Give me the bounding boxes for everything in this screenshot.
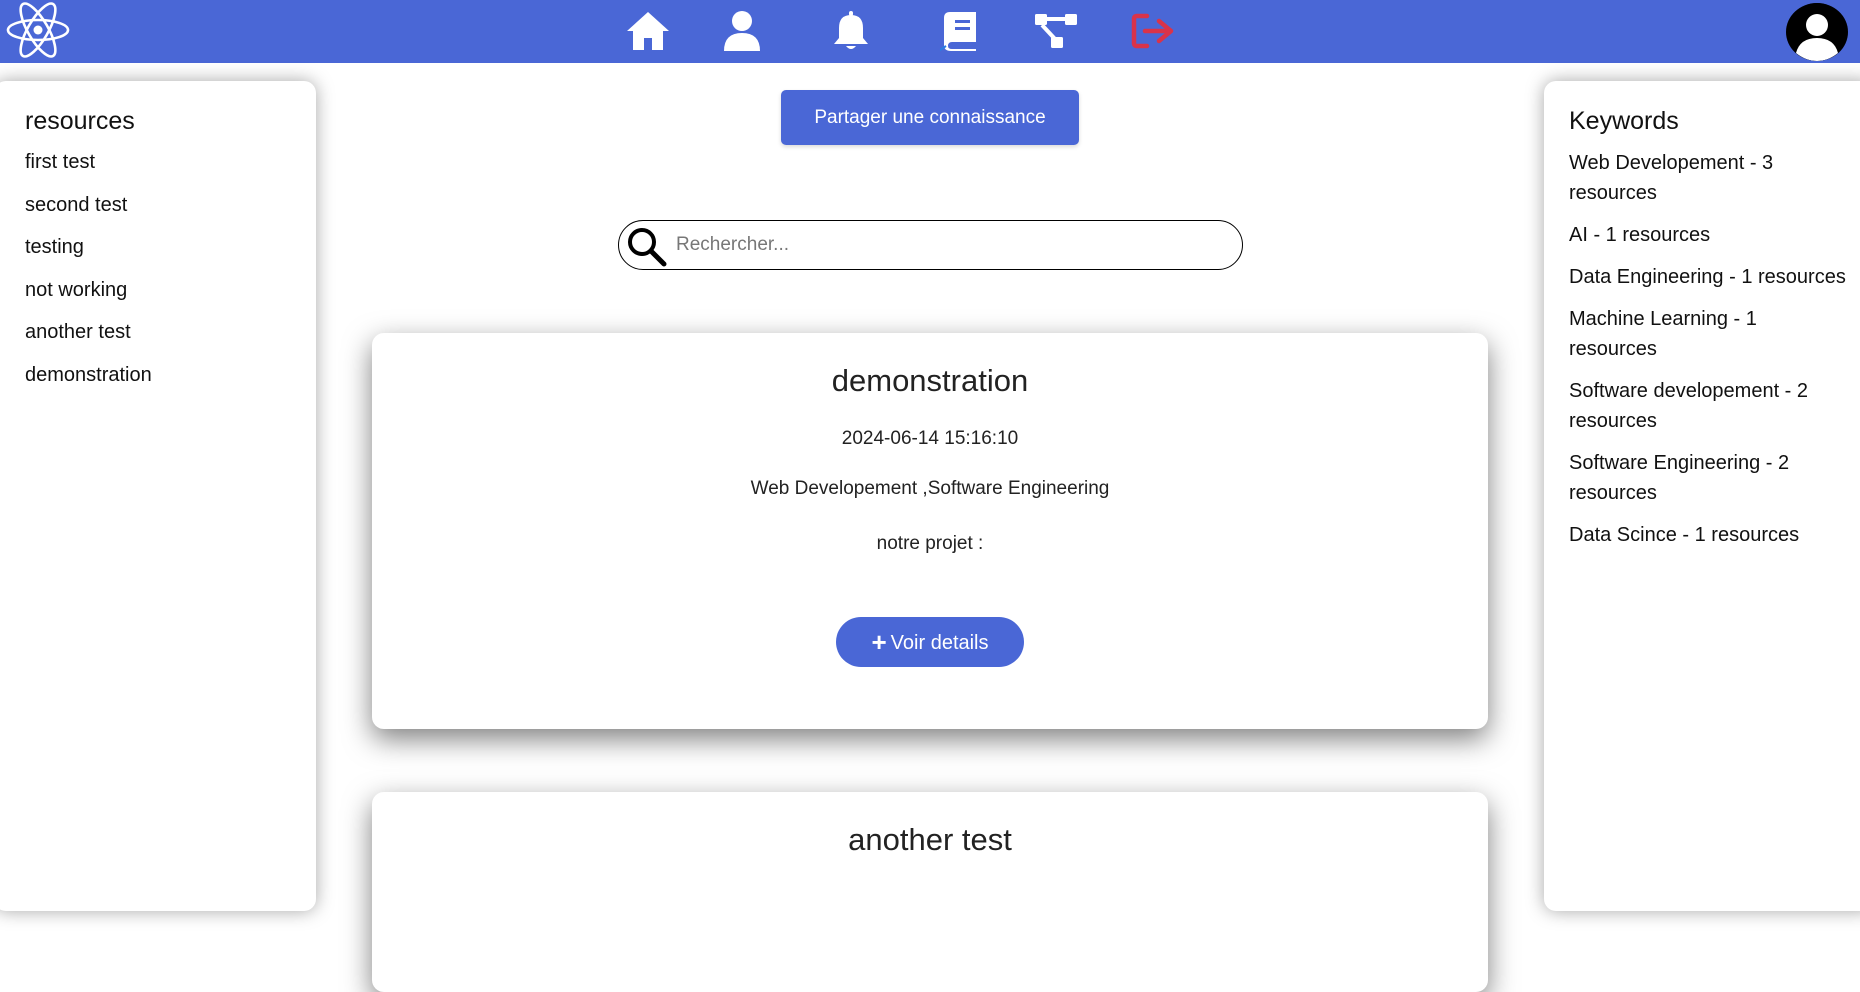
keyword-item[interactable]: Web Developement - 3 resources <box>1569 148 1849 208</box>
resource-item[interactable]: demonstration <box>25 361 305 404</box>
logout-icon[interactable] <box>1128 6 1178 56</box>
resource-item[interactable]: another test <box>25 318 305 361</box>
plus-icon: + <box>871 626 887 657</box>
card-keywords: Web Developement ,Software Engineering <box>750 478 1110 499</box>
resource-item[interactable]: first test <box>25 148 305 191</box>
resource-item[interactable]: testing <box>25 233 305 276</box>
resource-card: demonstration 2024-06-14 15:16:10 Web De… <box>372 333 1488 729</box>
resources-title: resources <box>25 107 135 135</box>
keyword-item[interactable]: Data Scince - 1 resources <box>1569 520 1849 550</box>
keywords-panel: Keywords Web Developement - 3 resources … <box>1544 81 1860 911</box>
share-knowledge-button[interactable]: Partager une connaissance <box>781 90 1079 145</box>
home-icon[interactable] <box>623 6 673 56</box>
keyword-item[interactable]: Machine Learning - 1 resources <box>1569 304 1849 364</box>
card-description: notre projet : <box>876 533 984 554</box>
resources-list: first test second test testing not worki… <box>25 148 305 403</box>
user-icon[interactable] <box>717 6 767 56</box>
sitemap-icon[interactable] <box>1031 6 1081 56</box>
resource-card: another test <box>372 792 1488 992</box>
resources-panel: resources first test second test testing… <box>0 81 316 911</box>
top-navbar <box>0 0 1860 63</box>
view-details-label: Voir details <box>890 631 989 654</box>
card-date: 2024-06-14 15:16:10 <box>841 428 1019 449</box>
view-details-button[interactable]: + Voir details <box>836 617 1024 667</box>
book-icon[interactable] <box>935 6 985 56</box>
bell-icon[interactable] <box>826 6 876 56</box>
card-title: demonstration <box>831 363 1029 398</box>
resource-item[interactable]: not working <box>25 276 305 319</box>
resource-item[interactable]: second test <box>25 191 305 234</box>
main-nav <box>0 0 1860 63</box>
keyword-item[interactable]: Software Engineering - 2 resources <box>1569 448 1849 508</box>
keyword-item[interactable]: Data Engineering - 1 resources <box>1569 262 1849 292</box>
keywords-list: Web Developement - 3 resources AI - 1 re… <box>1569 148 1849 562</box>
avatar-icon[interactable] <box>1786 3 1848 61</box>
search-icon[interactable] <box>625 225 667 267</box>
keyword-item[interactable]: AI - 1 resources <box>1569 220 1849 250</box>
keywords-title: Keywords <box>1569 107 1679 135</box>
card-title: another test <box>848 822 1012 857</box>
search-bar <box>618 220 1243 270</box>
search-input[interactable] <box>674 231 1214 259</box>
keyword-item[interactable]: Software developement - 2 resources <box>1569 376 1849 436</box>
